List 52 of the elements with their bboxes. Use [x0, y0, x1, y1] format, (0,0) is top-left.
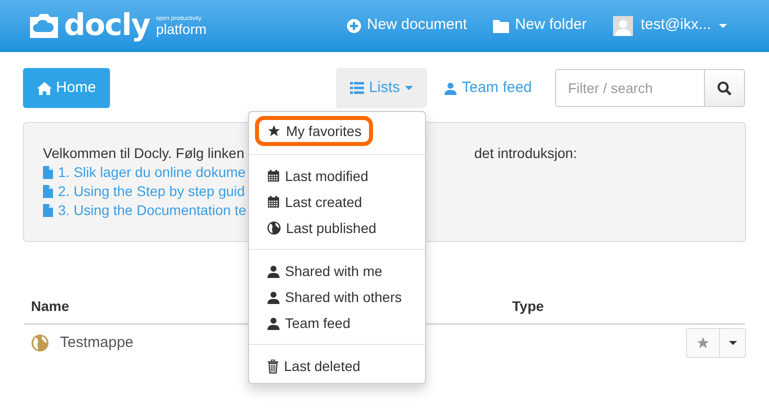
user-icon [267, 316, 280, 330]
welcome-text-end: det introduksjon: [474, 144, 577, 163]
trash-icon [267, 358, 279, 374]
logo-icon [28, 12, 60, 38]
search-icon [717, 80, 732, 96]
home-button[interactable]: Home [23, 68, 110, 108]
search-field[interactable]: Filter / search [555, 69, 705, 107]
user-icon [267, 290, 280, 304]
row-menu-button[interactable] [720, 328, 746, 358]
calendar-icon [267, 195, 280, 209]
menu-item[interactable]: Shared with me [259, 258, 415, 284]
column-header: Type [512, 296, 544, 316]
list-icon [350, 82, 364, 94]
avatar-icon [612, 16, 633, 36]
caret-icon [404, 86, 413, 90]
user-icon [267, 264, 280, 278]
table-cell-text: Testmappe [60, 332, 134, 353]
user-icon [444, 82, 457, 94]
menu-item[interactable]: My favorites [255, 116, 374, 146]
folder-icon [493, 18, 510, 32]
logo-platform: platform [156, 22, 207, 36]
star-icon [696, 336, 710, 350]
welcome-text: Velkommen til Docly. Følg linken [43, 144, 244, 163]
plus-icon [346, 18, 361, 32]
favorite-button[interactable] [686, 328, 720, 358]
caret-icon [719, 24, 727, 28]
team-feed-link[interactable]: Team feed [444, 76, 532, 100]
document-icon [43, 185, 53, 198]
user-menu[interactable]: test@ikx... [612, 14, 727, 37]
guide-link[interactable]: 3. Using the Documentation te [58, 201, 246, 220]
column-header: Name [31, 296, 70, 316]
lists-button[interactable]: Lists [336, 68, 427, 108]
nav-link[interactable]: New document [346, 14, 468, 37]
home-icon [37, 82, 52, 94]
document-icon [43, 204, 53, 217]
nav-link[interactable]: New folder [493, 14, 587, 37]
menu-item[interactable]: Last deleted [259, 353, 415, 379]
menu-item[interactable]: Last modified [259, 163, 415, 189]
logo-wordmark: docly [64, 10, 150, 40]
search-button[interactable] [705, 69, 745, 107]
menu-item[interactable]: Last created [259, 189, 415, 215]
globe-icon [267, 221, 281, 235]
menu-item[interactable]: Last published [259, 215, 415, 241]
star-icon [267, 124, 281, 138]
menu-item[interactable]: Team feed [259, 310, 415, 336]
menu-item[interactable]: Shared with others [259, 284, 415, 310]
globe-icon [31, 334, 49, 352]
caret-icon [728, 341, 736, 345]
guide-link[interactable]: 1. Slik lager du online dokume [58, 163, 246, 182]
document-icon [43, 166, 53, 179]
calendar-icon [267, 169, 280, 183]
guide-link[interactable]: 2. Using the Step by step guid [58, 182, 245, 201]
